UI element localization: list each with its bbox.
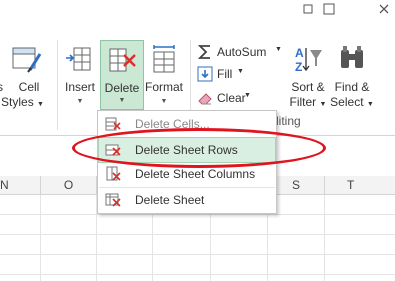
column-gridline — [40, 195, 41, 281]
ribbon-top-strip — [0, 0, 395, 18]
row-gridline — [0, 254, 395, 255]
delete-dropdown-menu: Delete Cells... Delete Sheet Rows Delete… — [97, 110, 277, 214]
chevron-down-icon: ▼ — [244, 92, 251, 99]
delete-columns-icon — [106, 166, 121, 181]
close-icon[interactable] — [377, 2, 391, 16]
delete-sheet-icon — [105, 193, 121, 207]
eraser-icon — [198, 93, 212, 105]
chevron-down-icon: ▼ — [319, 101, 327, 108]
delete-sheet-rows-menu-item[interactable]: Delete Sheet Rows — [98, 137, 276, 163]
fill-label: Fill — [217, 67, 233, 81]
delete-cells-icon — [105, 117, 121, 131]
autosum-button[interactable]: AutoSum ▼ — [197, 42, 287, 62]
sort-filter-icon: A Z — [295, 46, 322, 74]
column-header-t[interactable]: T — [325, 176, 395, 194]
delete-cells-menu-item[interactable]: Delete Cells... — [99, 112, 275, 136]
cell-styles-cut-prefix: s — [0, 80, 3, 94]
restore-icon[interactable] — [301, 2, 315, 16]
maximize-icon[interactable] — [322, 2, 336, 16]
group-separator — [57, 40, 58, 130]
insert-label: Insert — [64, 80, 95, 94]
chevron-down-icon: ▼ — [366, 101, 374, 108]
cell-styles-line2: Styles ▼ — [0, 95, 45, 112]
row-gridline — [0, 214, 395, 215]
chevron-down-icon: ▼ — [160, 98, 168, 105]
chevron-down-icon: ▼ — [37, 101, 44, 108]
chevron-down-icon: ▼ — [76, 98, 84, 105]
insert-cells-icon — [66, 47, 91, 71]
column-header-label: N — [0, 178, 9, 192]
format-label: Format — [144, 80, 183, 94]
row-gridline — [0, 274, 395, 275]
fill-button[interactable]: Fill ▼ — [197, 64, 257, 84]
fill-down-icon — [197, 66, 213, 82]
delete-sheet-label: Delete Sheet — [135, 193, 205, 207]
cell-styles-icon — [12, 47, 42, 73]
insert-button[interactable]: Insert ▼ — [60, 40, 100, 112]
sigma-icon — [197, 45, 210, 59]
find-select-line2: Select ▼ — [330, 95, 374, 112]
binoculars-icon — [341, 46, 363, 68]
delete-sheet-rows-label: Delete Sheet Rows — [135, 143, 238, 157]
column-header-label: S — [291, 178, 300, 192]
delete-sheet-columns-label: Delete Sheet Columns — [135, 167, 256, 181]
sort-filter-line1: Sort & — [291, 80, 325, 94]
sort-filter-line2: Filter ▼ — [286, 95, 330, 112]
delete-cells-label: Delete Cells... — [135, 117, 210, 131]
delete-cells-icon — [109, 48, 136, 72]
column-header-n[interactable]: N — [0, 176, 41, 194]
clear-button[interactable]: Clear ▼ — [197, 88, 257, 108]
delete-sheet-columns-menu-item[interactable]: Delete Sheet Columns — [99, 162, 275, 186]
clear-label: Clear — [217, 91, 246, 105]
delete-label: Delete — [104, 81, 140, 95]
chevron-down-icon: ▼ — [275, 46, 282, 53]
column-header-label: O — [63, 178, 74, 192]
cell-styles-line2-text: Styles — [1, 95, 34, 109]
row-gridline — [0, 234, 395, 235]
delete-button[interactable]: Delete ▼ — [100, 40, 144, 110]
column-gridline — [324, 195, 325, 281]
delete-rows-icon — [105, 144, 121, 156]
format-cells-icon — [153, 45, 175, 73]
svg-text:A: A — [295, 46, 304, 60]
delete-sheet-menu-item[interactable]: Delete Sheet — [99, 188, 275, 212]
sort-filter-line2-text: Filter — [289, 95, 317, 109]
sort-filter-button[interactable]: A Z Sort & Filter ▼ — [286, 40, 330, 112]
find-select-line2-text: Select — [330, 95, 364, 109]
chevron-down-icon: ▼ — [237, 68, 244, 75]
column-header-label: T — [347, 178, 355, 192]
autosum-label: AutoSum — [217, 45, 267, 59]
chevron-down-icon: ▼ — [118, 97, 126, 104]
format-button[interactable]: Format ▼ — [143, 40, 185, 112]
find-select-button[interactable]: Find & Select ▼ — [330, 40, 374, 112]
cell-styles-button[interactable]: Cell Styles ▼ s — [0, 40, 45, 112]
find-select-line1: Find & — [334, 80, 370, 94]
svg-text:Z: Z — [295, 60, 302, 74]
cell-styles-line1: Cell — [18, 80, 40, 94]
column-header-o[interactable]: O — [41, 176, 97, 194]
